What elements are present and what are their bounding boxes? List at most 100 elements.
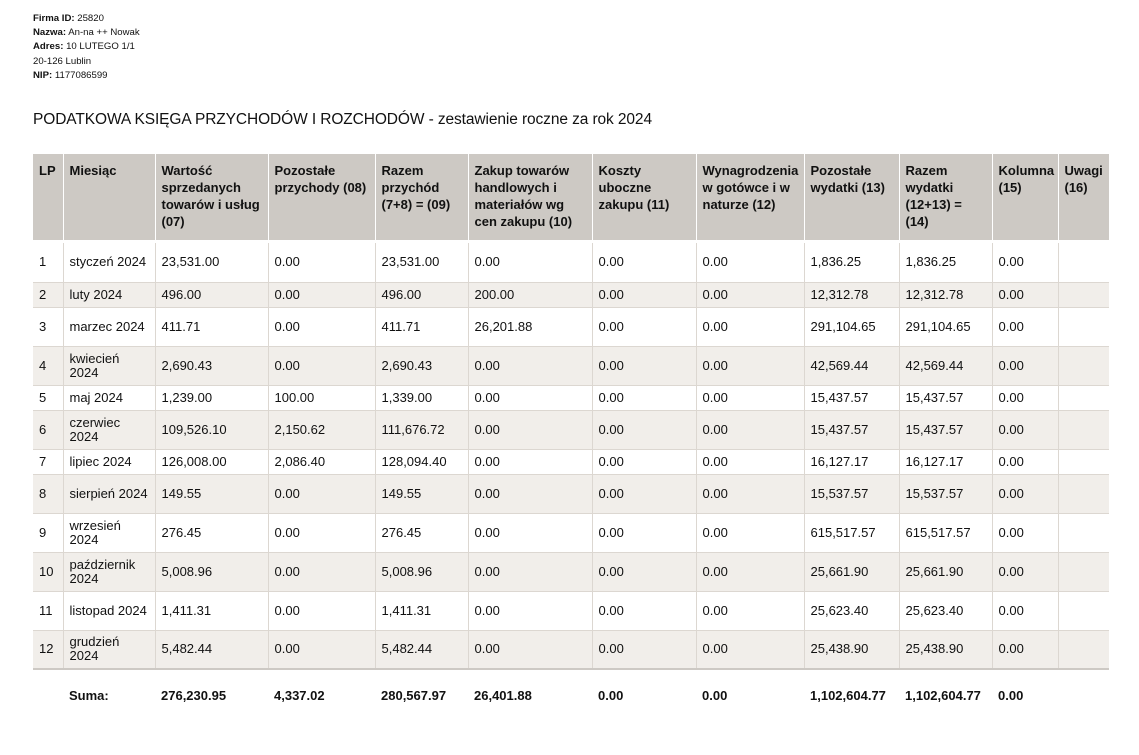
col-header-sales: Wartość sprzedanych towarów i usług (07): [155, 154, 269, 240]
cell-month: maj 2024: [63, 385, 156, 411]
cell-other-expenses: 16,127.17: [804, 449, 900, 475]
cell-other-expenses: 15,437.57: [804, 385, 900, 411]
cell-month: sierpień 2024: [63, 474, 156, 514]
cell-remarks: [1058, 449, 1109, 475]
table-row: 2 luty 2024 496.00 0.00 496.00 200.00 0.00 0.00…: [33, 282, 1109, 308]
cell-column-15: 0.00: [992, 474, 1059, 514]
cell-side-costs: 0.00: [592, 307, 697, 347]
cell-sales: 411.71: [155, 307, 269, 347]
cell-salaries: 0.00: [696, 630, 805, 670]
company-nip-row: NIP: 1177086599: [33, 69, 140, 83]
cell-remarks: [1058, 282, 1109, 308]
cell-purchases: 0.00: [468, 385, 593, 411]
col-header-column-15: Kolumna (15): [992, 154, 1059, 240]
cell-salaries: 0.00: [696, 346, 805, 386]
cell-purchases: 0.00: [468, 552, 593, 592]
cell-salaries: 0.00: [696, 552, 805, 592]
cell-remarks: [1058, 385, 1109, 411]
cell-other-expenses: 25,623.40: [804, 591, 900, 631]
cell-salaries: 0.00: [696, 513, 805, 553]
table-row: 10 październik 2024 5,008.96 0.00 5,008.96 0.…: [33, 552, 1109, 592]
cell-total-expenses: 25,438.90: [899, 630, 993, 670]
cell-total-expenses: 15,537.57: [899, 474, 993, 514]
cell-salaries: 0.00: [696, 282, 805, 308]
cell-purchases: 0.00: [468, 449, 593, 475]
cell-lp: 3: [33, 307, 64, 347]
cell-sales: 1,411.31: [155, 591, 269, 631]
company-address-row: Adres: 10 LUTEGO 1/1: [33, 40, 140, 54]
company-id-row: Firma ID: 25820: [33, 12, 140, 26]
cell-salaries: 0.00: [696, 307, 805, 347]
cell-lp: 7: [33, 449, 64, 475]
table-row: 9 wrzesień 2024 276.45 0.00 276.45 0.00 0.00 0.…: [33, 513, 1109, 553]
cell-lp: 1: [33, 243, 64, 283]
cell-salaries: 0.00: [696, 449, 805, 475]
col-header-purchases: Zakup towarów handlowych i materiałów wg…: [468, 154, 593, 240]
cell-salaries: 0.00: [696, 474, 805, 514]
cell-other-income: 0.00: [268, 552, 376, 592]
cell-column-15: 0.00: [992, 552, 1059, 592]
cell-total-income: 411.71: [375, 307, 469, 347]
cell-purchases: 26,201.88: [468, 307, 593, 347]
cell-total-expenses: 15,437.57: [899, 385, 993, 411]
total-other-income: 4,337.02: [268, 668, 375, 721]
cell-other-income: 2,086.40: [268, 449, 376, 475]
cell-sales: 5,482.44: [155, 630, 269, 670]
col-header-other-income: Pozostałe przychody (08): [268, 154, 376, 240]
cell-lp: 8: [33, 474, 64, 514]
total-side-costs: 0.00: [592, 668, 696, 721]
cell-other-income: 2,150.62: [268, 410, 376, 450]
cell-side-costs: 0.00: [592, 385, 697, 411]
company-city-value: 20-126 Lublin: [33, 55, 92, 67]
cell-sales: 276.45: [155, 513, 269, 553]
cell-total-expenses: 615,517.57: [899, 513, 993, 553]
cell-month: kwiecień 2024: [63, 346, 156, 386]
table-row: 3 marzec 2024 411.71 0.00 411.71 26,201.88 0.0…: [33, 307, 1109, 347]
cell-total-expenses: 291,104.65: [899, 307, 993, 347]
cell-remarks: [1058, 513, 1109, 553]
cell-other-income: 0.00: [268, 307, 376, 347]
cell-remarks: [1058, 474, 1109, 514]
cell-remarks: [1058, 630, 1109, 670]
cell-purchases: 0.00: [468, 591, 593, 631]
cell-month: luty 2024: [63, 282, 156, 308]
cell-purchases: 0.00: [468, 346, 593, 386]
col-header-other-expenses: Pozostałe wydatki (13): [804, 154, 900, 240]
cell-total-income: 5,008.96: [375, 552, 469, 592]
cell-sales: 126,008.00: [155, 449, 269, 475]
table-row: 4 kwiecień 2024 2,690.43 0.00 2,690.43 0.00 0.…: [33, 346, 1109, 386]
cell-salaries: 0.00: [696, 243, 805, 283]
table-row: 1 styczeń 2024 23,531.00 0.00 23,531.00 0.00 0…: [33, 243, 1109, 283]
table-row: 7 lipiec 2024 126,008.00 2,086.40 128,094.40…: [33, 449, 1109, 475]
cell-salaries: 0.00: [696, 385, 805, 411]
cell-other-expenses: 1,836.25: [804, 243, 900, 283]
cell-other-income: 0.00: [268, 474, 376, 514]
cell-side-costs: 0.00: [592, 474, 697, 514]
col-header-side-costs: Koszty uboczne zakupu (11): [592, 154, 697, 240]
total-sales: 276,230.95: [155, 668, 268, 721]
company-nip-label: NIP:: [33, 69, 53, 81]
cell-month: wrzesień 2024: [63, 513, 156, 553]
cell-column-15: 0.00: [992, 591, 1059, 631]
cell-total-expenses: 12,312.78: [899, 282, 993, 308]
cell-other-expenses: 25,661.90: [804, 552, 900, 592]
cell-total-income: 149.55: [375, 474, 469, 514]
cell-remarks: [1058, 591, 1109, 631]
cell-column-15: 0.00: [992, 307, 1059, 347]
cell-total-income: 496.00: [375, 282, 469, 308]
total-total-income: 280,567.97: [375, 668, 468, 721]
company-address-value: 10 LUTEGO 1/1: [66, 41, 135, 53]
cell-month: październik 2024: [63, 552, 156, 592]
cell-column-15: 0.00: [992, 282, 1059, 308]
cell-column-15: 0.00: [992, 385, 1059, 411]
cell-side-costs: 0.00: [592, 630, 697, 670]
cell-total-income: 2,690.43: [375, 346, 469, 386]
company-id-value: 25820: [77, 13, 104, 24]
report-title: PODATKOWA KSIĘGA PRZYCHODÓW I ROZCHODÓW …: [33, 111, 652, 128]
cell-sales: 109,526.10: [155, 410, 269, 450]
total-salaries: 0.00: [696, 668, 804, 721]
cell-lp: 9: [33, 513, 64, 553]
cell-sales: 149.55: [155, 474, 269, 514]
cell-remarks: [1058, 243, 1109, 283]
cell-other-expenses: 615,517.57: [804, 513, 900, 553]
